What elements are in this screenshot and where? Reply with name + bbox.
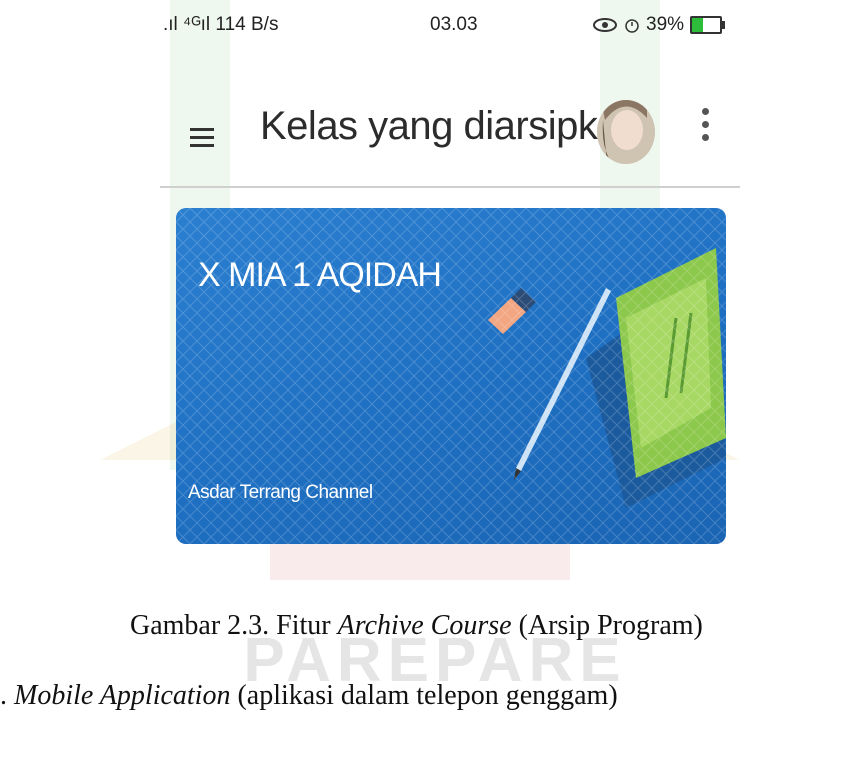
kebab-more-icon[interactable] xyxy=(700,108,710,152)
course-card[interactable]: X MIA 1 AQIDAH Asdar Terrang Channel xyxy=(176,208,726,544)
battery-icon xyxy=(690,16,726,34)
alarm-icon xyxy=(625,19,639,33)
page-title: Kelas yang diarsipkan xyxy=(260,104,641,148)
body-italic: Mobile Application xyxy=(14,680,231,711)
body-text: . Mobile Application (aplikasi dalam tel… xyxy=(0,680,618,712)
status-bar: .ıl ⁴ᴳıl 114 B/s 03.03 39% xyxy=(0,14,843,44)
clock: 03.03 xyxy=(430,14,478,35)
app-bar: Kelas yang diarsipkan xyxy=(160,90,740,188)
status-right: 39% xyxy=(592,14,726,36)
body-suffix: (aplikasi dalam telepon genggam) xyxy=(230,680,618,711)
course-title: X MIA 1 AQIDAH xyxy=(198,256,442,294)
figure-caption: Gambar 2.3. Fitur Archive Course (Arsip … xyxy=(130,610,703,642)
hamburger-menu-icon[interactable] xyxy=(190,128,214,148)
signal-status: .ıl ⁴ᴳıl 114 B/s xyxy=(163,14,279,35)
avatar[interactable] xyxy=(597,100,655,164)
body-prefix: . xyxy=(0,680,14,711)
caption-suffix: (Arsip Program) xyxy=(511,610,703,641)
course-owner: Asdar Terrang Channel xyxy=(188,482,373,503)
caption-italic: Archive Course xyxy=(337,610,512,641)
battery-percent: 39% xyxy=(646,14,685,35)
caption-prefix: Gambar 2.3. Fitur xyxy=(130,610,338,641)
avatar-image xyxy=(597,100,655,164)
eye-icon xyxy=(593,18,617,32)
